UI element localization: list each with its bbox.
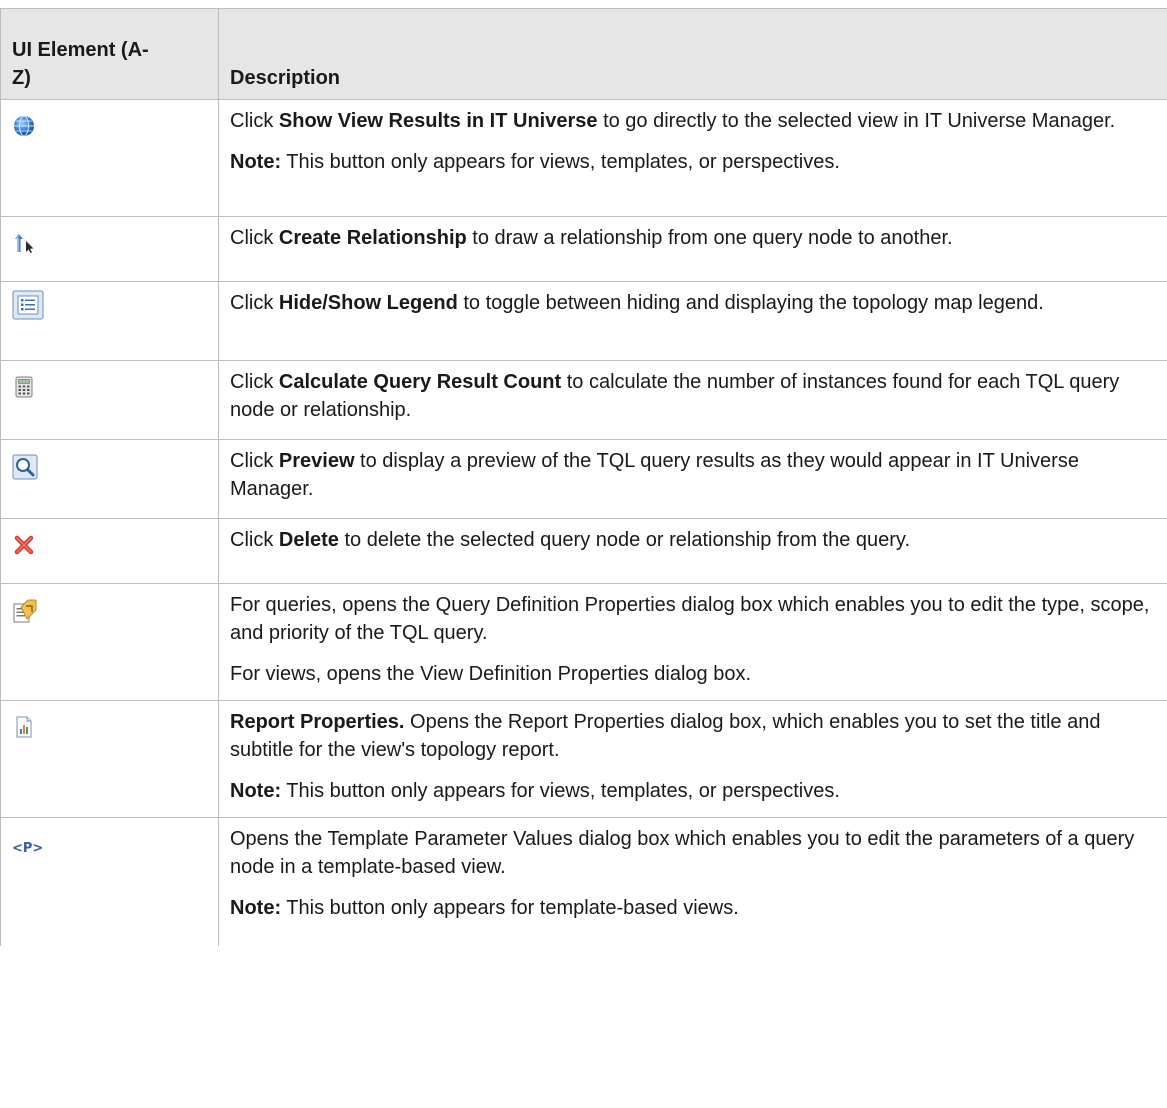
icon-cell	[0, 439, 219, 519]
text-run: This button only appears for views, temp…	[281, 780, 840, 802]
create-relationship-icon	[15, 234, 34, 253]
note-label: Note:	[230, 897, 282, 919]
description-paragraph: Click Calculate Query Result Count to ca…	[230, 368, 1156, 424]
text-run: to display a preview of the TQL query re…	[230, 450, 1079, 500]
text-run: Click	[230, 110, 279, 132]
note-paragraph: Note: This button only appears for templ…	[230, 894, 1156, 922]
text-run: This button only appears for views, temp…	[281, 151, 840, 173]
description-cell: Click Create Relationship to draw a rela…	[218, 216, 1167, 282]
text-run: to delete the selected query node or rel…	[338, 529, 911, 551]
table-row: <P> Opens the Template Parameter Values …	[0, 817, 1167, 946]
description-paragraph: Click Delete to delete the selected quer…	[230, 526, 1156, 554]
column-header-ui-element-line2: Z)	[12, 67, 31, 89]
text-run: to go directly to the selected view in I…	[597, 110, 1116, 132]
description-cell: Click Delete to delete the selected quer…	[218, 518, 1167, 584]
icon-cell: <P>	[0, 817, 219, 946]
icon-cell	[0, 360, 219, 440]
ui-elements-table: UI Element (A- Z) Description Click Show…	[0, 8, 1167, 946]
ui-element-name: Hide/Show Legend	[278, 292, 458, 314]
ui-element-name: Delete	[278, 529, 339, 551]
note-label: Note:	[230, 780, 282, 802]
text-run: Click	[230, 292, 279, 314]
table-row: Click Hide/Show Legend to toggle between…	[0, 281, 1167, 361]
column-header-ui-element-line1: UI Element (A-	[12, 39, 149, 61]
description-cell: Opens the Template Parameter Values dial…	[218, 817, 1167, 946]
description-paragraph: Click Show View Results in IT Universe t…	[230, 107, 1156, 135]
note-paragraph: Note: This button only appears for views…	[230, 777, 1156, 805]
table-row: Click Preview to display a preview of th…	[0, 439, 1167, 519]
text-run: Click	[230, 529, 279, 551]
description-paragraph: Report Properties. Opens the Report Prop…	[230, 708, 1156, 764]
report-properties-icon	[16, 716, 32, 738]
delete-x-icon	[14, 535, 34, 555]
description-cell: Click Hide/Show Legend to toggle between…	[218, 281, 1167, 361]
icon-cell	[0, 518, 219, 584]
text-run: This button only appears for template-ba…	[281, 897, 739, 919]
text-run: to toggle between hiding and displaying …	[457, 292, 1044, 314]
calculator-icon	[15, 376, 33, 398]
text-run: Click	[230, 227, 279, 249]
ui-element-name: Show View Results in IT Universe	[278, 110, 598, 132]
column-header-ui-element: UI Element (A- Z)	[0, 8, 219, 100]
table-row: For queries, opens the Query Definition …	[0, 583, 1167, 701]
text-run: to draw a relationship from one query no…	[466, 227, 953, 249]
globe-icon	[14, 115, 34, 137]
legend-icon	[12, 290, 44, 320]
description-paragraph: For views, opens the View Definition Pro…	[230, 663, 752, 685]
magnifier-icon	[12, 454, 38, 480]
icon-cell	[0, 583, 219, 701]
note-label: Note:	[230, 151, 282, 173]
properties-icon	[13, 599, 37, 623]
table-header-row: UI Element (A- Z) Description	[0, 8, 1167, 100]
description-cell: For queries, opens the Query Definition …	[218, 583, 1167, 701]
table-row: Click Create Relationship to draw a rela…	[0, 216, 1167, 282]
table-row: Click Delete to delete the selected quer…	[0, 518, 1167, 584]
description-cell: Click Calculate Query Result Count to ca…	[218, 360, 1167, 440]
note-paragraph: Note: This button only appears for views…	[230, 148, 1156, 176]
description-paragraph: For queries, opens the Query Definition …	[230, 594, 1150, 644]
icon-cell	[0, 99, 219, 217]
description-paragraph: Click Preview to display a preview of th…	[230, 447, 1156, 503]
column-header-description: Description	[218, 8, 1167, 100]
description-cell: Click Preview to display a preview of th…	[218, 439, 1167, 519]
text-run: Click	[230, 371, 279, 393]
description-paragraph: Click Hide/Show Legend to toggle between…	[230, 289, 1156, 317]
ui-element-name: Calculate Query Result Count	[278, 371, 562, 393]
text-run: Click	[230, 450, 279, 472]
ui-element-name: Report Properties.	[230, 711, 405, 733]
ui-element-name: Preview	[278, 450, 355, 472]
table-row: Click Show View Results in IT Universe t…	[0, 99, 1167, 217]
icon-cell	[0, 216, 219, 282]
description-paragraph: Click Create Relationship to draw a rela…	[230, 224, 1156, 252]
description-paragraph: Opens the Template Parameter Values dial…	[230, 828, 1135, 878]
table-row: Click Calculate Query Result Count to ca…	[0, 360, 1167, 440]
description-cell: Click Show View Results in IT Universe t…	[218, 99, 1167, 217]
table-row: Report Properties. Opens the Report Prop…	[0, 700, 1167, 818]
description-cell: Report Properties. Opens the Report Prop…	[218, 700, 1167, 818]
template-parameter-icon: <P>	[12, 841, 44, 856]
icon-cell	[0, 700, 219, 818]
ui-element-name: Create Relationship	[278, 227, 467, 249]
icon-cell	[0, 281, 219, 361]
